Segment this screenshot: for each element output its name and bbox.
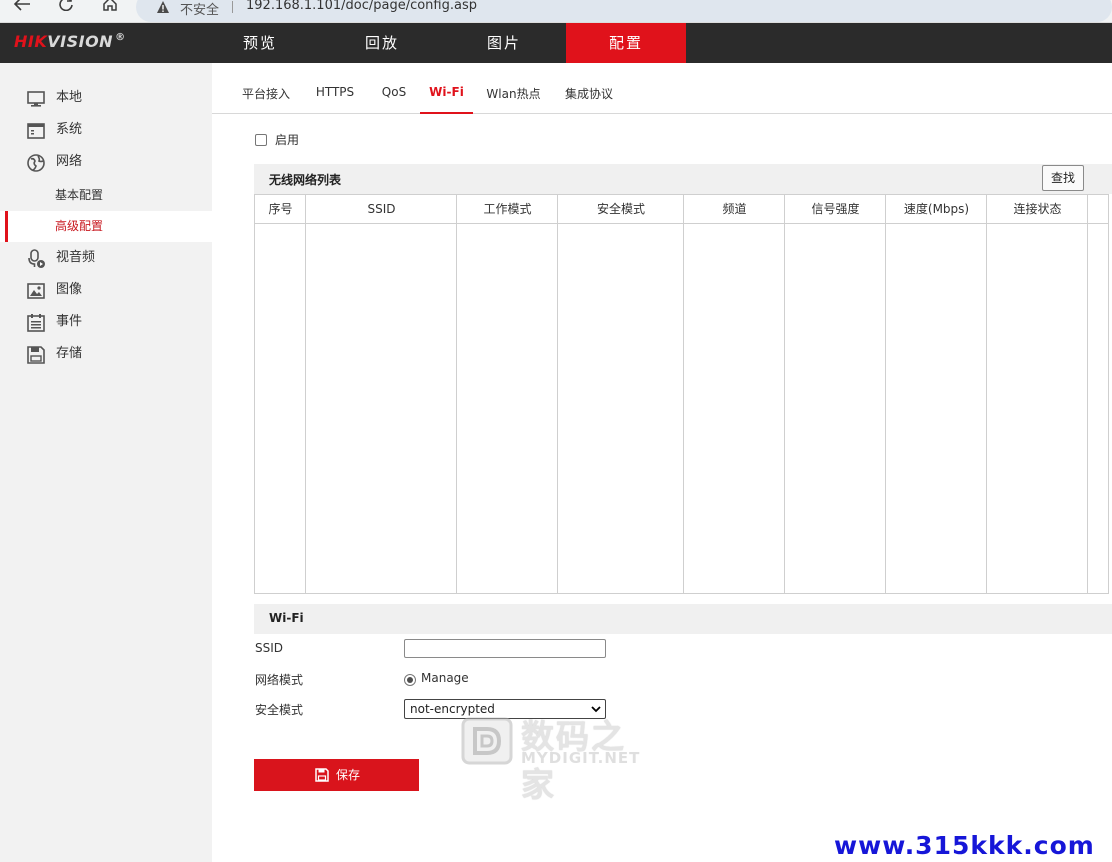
security-mode-label: 安全模式 [255, 703, 304, 717]
sidebar-item-event[interactable]: 事件 [0, 307, 212, 337]
floppy-icon [27, 346, 45, 364]
browser-toolbar: 不安全 192.168.1.101/doc/page/config.asp [0, 0, 1112, 23]
ssid-label: SSID [255, 641, 284, 655]
top-navigation: HIKVISION ® 预览 回放 图片 配置 [0, 23, 1112, 63]
nav-picture[interactable]: 图片 [444, 23, 564, 63]
url-separator [232, 1, 233, 13]
wlan-table: 序号 SSID 工作模式 安全模式 频道 信号强度 速度(Mbps) 连接状态 [254, 194, 1109, 594]
calendar-icon [27, 314, 45, 332]
image-icon [27, 283, 45, 299]
config-tabs: 平台接入 HTTPS QoS Wi-Fi Wlan热点 集成协议 [212, 63, 1112, 114]
sidebar-item-video-audio[interactable]: 视音频 [0, 243, 212, 273]
column-header-connection-status: 连接状态 [1013, 202, 1062, 216]
column-divider [557, 195, 558, 593]
enable-label: 启用 [275, 133, 300, 147]
nav-configuration[interactable]: 配置 [566, 23, 686, 63]
column-divider [986, 195, 987, 593]
column-header-channel: 频道 [722, 202, 747, 216]
mydigit-logo-icon [461, 717, 513, 765]
enable-checkbox[interactable] [255, 134, 267, 146]
save-button[interactable]: 保存 [254, 759, 419, 791]
column-header-work-mode: 工作模式 [483, 202, 532, 216]
column-divider [456, 195, 457, 593]
sidebar: 本地 系统 网络 基本配置 高级配置 视音频 图像 事件 存储 [0, 63, 212, 862]
wlan-list-header: 无线网络列表 查找 [254, 164, 1112, 194]
network-mode-label: 网络模式 [255, 673, 304, 687]
column-header-speed: 速度(Mbps) [903, 202, 970, 216]
warning-icon [157, 1, 169, 13]
microphone-icon [28, 249, 45, 268]
table-header-row: 序号 SSID 工作模式 安全模式 频道 信号强度 速度(Mbps) 连接状态 [255, 195, 1108, 224]
column-divider [1087, 195, 1088, 593]
insecure-label: 不安全 [180, 3, 220, 18]
column-divider [683, 195, 684, 593]
home-icon[interactable] [99, 0, 121, 18]
sidebar-subitem-advanced-config[interactable]: 高级配置 [0, 211, 212, 242]
ssid-input[interactable] [404, 639, 606, 658]
url-text[interactable]: 192.168.1.101/doc/page/config.asp [246, 0, 477, 13]
nav-preview[interactable]: 预览 [200, 23, 320, 63]
column-header-index: 序号 [268, 202, 293, 216]
column-header-signal-strength: 信号强度 [811, 202, 860, 216]
wifi-section-title: Wi-Fi [269, 611, 304, 625]
sidebar-item-image[interactable]: 图像 [0, 275, 212, 305]
floppy-icon [315, 768, 329, 782]
reload-icon[interactable] [55, 0, 77, 18]
column-header-ssid: SSID [367, 202, 396, 216]
column-divider [305, 195, 306, 593]
nav-playback[interactable]: 回放 [322, 23, 442, 63]
sidebar-subitem-basic-config[interactable]: 基本配置 [0, 180, 212, 211]
mydigit-watermark: 数码之家 MYDIGIT.NET [459, 708, 659, 804]
sidebar-item-local[interactable]: 本地 [0, 83, 212, 113]
system-icon [27, 123, 45, 139]
tab-wifi[interactable]: Wi-Fi [420, 85, 473, 114]
site-watermark: www.315kkk.com [834, 831, 1095, 860]
tab-platform-access[interactable]: 平台接入 [241, 85, 291, 113]
globe-icon [27, 154, 45, 172]
column-divider [784, 195, 785, 593]
sidebar-item-network[interactable]: 网络 [0, 147, 212, 177]
sidebar-item-storage[interactable]: 存储 [0, 339, 212, 369]
tab-integration-protocol[interactable]: 集成协议 [564, 85, 614, 113]
wlan-list-title: 无线网络列表 [269, 173, 342, 187]
tab-wlan-hotspot[interactable]: Wlan热点 [486, 85, 541, 113]
network-mode-manage-label: Manage [421, 671, 469, 685]
tab-https[interactable]: HTTPS [315, 85, 355, 113]
column-divider [885, 195, 886, 593]
tab-qos[interactable]: QoS [380, 85, 408, 113]
sidebar-item-system[interactable]: 系统 [0, 115, 212, 145]
search-button[interactable]: 查找 [1042, 165, 1084, 191]
address-bar[interactable]: 不安全 192.168.1.101/doc/page/config.asp [136, 0, 1112, 22]
hikvision-logo: HIKVISION ® [14, 32, 126, 51]
wifi-section-header: Wi-Fi [254, 604, 1112, 634]
monitor-icon [27, 91, 45, 107]
column-header-security-mode: 安全模式 [596, 202, 645, 216]
network-mode-manage-radio[interactable] [404, 674, 416, 686]
back-arrow-icon[interactable] [11, 0, 33, 18]
